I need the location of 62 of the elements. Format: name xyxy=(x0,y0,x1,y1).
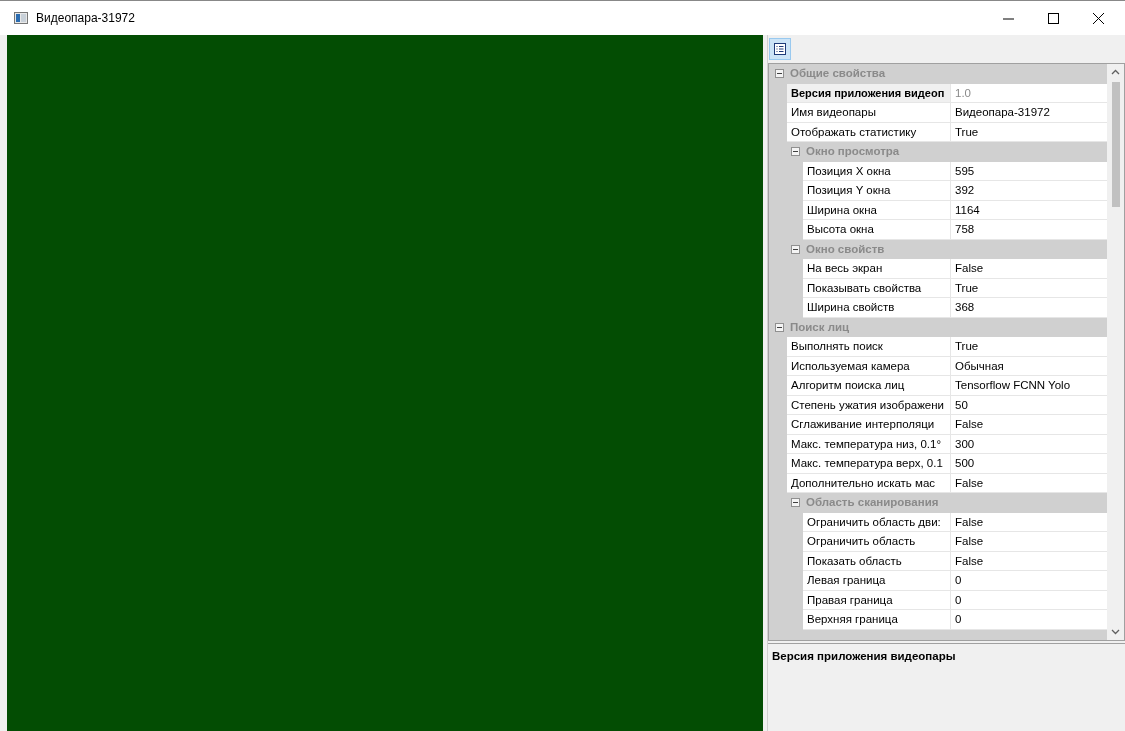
window-title: Видеопара-31972 xyxy=(36,11,136,25)
property-value[interactable]: False xyxy=(951,473,1107,493)
property-name[interactable]: Левая граница xyxy=(803,571,951,591)
property-name[interactable]: Сглаживание интерполяци xyxy=(787,415,951,435)
property-name[interactable]: Показать область xyxy=(803,551,951,571)
property-value[interactable]: True xyxy=(951,337,1107,357)
property-name[interactable]: Позиция Y окна xyxy=(803,181,951,201)
property-value[interactable]: False xyxy=(951,551,1107,571)
property-name[interactable]: Версия приложения видеоп xyxy=(787,83,951,103)
property-name[interactable]: Используемая камера xyxy=(787,356,951,376)
property-value[interactable]: Видеопара-31972 xyxy=(951,103,1107,123)
property-name[interactable]: Макс. температура верх, 0.1 xyxy=(787,454,951,474)
close-icon xyxy=(1093,12,1104,24)
property-name[interactable]: Правая граница xyxy=(803,590,951,610)
property-value[interactable]: False xyxy=(951,512,1107,532)
property-name[interactable]: Дополнительно искать мас xyxy=(787,473,951,493)
list-icon xyxy=(774,43,786,55)
property-name[interactable]: Отображать статистику xyxy=(787,122,951,142)
collapse-icon[interactable] xyxy=(791,498,800,508)
property-name[interactable]: Степень ужатия изображени xyxy=(787,395,951,415)
property-name[interactable]: Выполнять поиск xyxy=(787,337,951,357)
property-value[interactable]: Tensorflow FCNN Yolo xyxy=(951,376,1107,396)
property-value[interactable]: 0 xyxy=(951,571,1107,591)
property-value[interactable]: 392 xyxy=(951,181,1107,201)
property-value[interactable]: True xyxy=(951,278,1107,298)
collapse-icon[interactable] xyxy=(791,147,800,157)
property-name[interactable]: Имя видеопары xyxy=(787,103,951,123)
property-value[interactable]: True xyxy=(951,122,1107,142)
property-value[interactable]: 1164 xyxy=(951,200,1107,220)
collapse-icon[interactable] xyxy=(791,244,800,254)
property-value[interactable]: 50 xyxy=(951,395,1107,415)
property-name[interactable]: Ширина окна xyxy=(803,200,951,220)
property-value[interactable]: False xyxy=(951,532,1107,552)
property-value[interactable]: 0 xyxy=(951,610,1107,630)
property-value[interactable]: 500 xyxy=(951,454,1107,474)
property-name[interactable]: Высота окна xyxy=(803,220,951,240)
property-name[interactable]: Алгоритм поиска лиц xyxy=(787,376,951,396)
property-value[interactable]: 300 xyxy=(951,434,1107,454)
property-name[interactable]: На весь экран xyxy=(803,259,951,279)
collapse-icon[interactable] xyxy=(775,69,784,79)
property-name[interactable]: Ограничить область дви: xyxy=(803,512,951,532)
property-value[interactable]: 368 xyxy=(951,298,1107,318)
property-name[interactable]: Макс. температура низ, 0.1° xyxy=(787,434,951,454)
maximize-icon xyxy=(1048,12,1059,24)
description-title: Версия приложения видеопары xyxy=(772,650,956,662)
property-value[interactable]: Обычная xyxy=(951,356,1107,376)
property-value[interactable]: 758 xyxy=(951,220,1107,240)
scrollbar[interactable] xyxy=(1107,64,1124,640)
property-value[interactable]: False xyxy=(951,415,1107,435)
scrollbar-thumb[interactable] xyxy=(1111,82,1120,207)
property-name[interactable]: Позиция X окна xyxy=(803,161,951,181)
property-name[interactable]: Верхняя граница xyxy=(803,610,951,630)
property-name[interactable]: Ограничить область xyxy=(803,532,951,552)
property-name[interactable]: Показывать свойства xyxy=(803,278,951,298)
property-value[interactable]: False xyxy=(951,259,1107,279)
property-name[interactable]: Ширина свойств xyxy=(803,298,951,318)
property-value[interactable]: 595 xyxy=(951,161,1107,181)
categorized-view-button[interactable] xyxy=(769,38,791,60)
app-icon xyxy=(14,12,28,24)
property-value[interactable]: 0 xyxy=(951,590,1107,610)
property-value[interactable]: 1.0 xyxy=(951,83,1107,103)
collapse-icon[interactable] xyxy=(775,322,784,332)
